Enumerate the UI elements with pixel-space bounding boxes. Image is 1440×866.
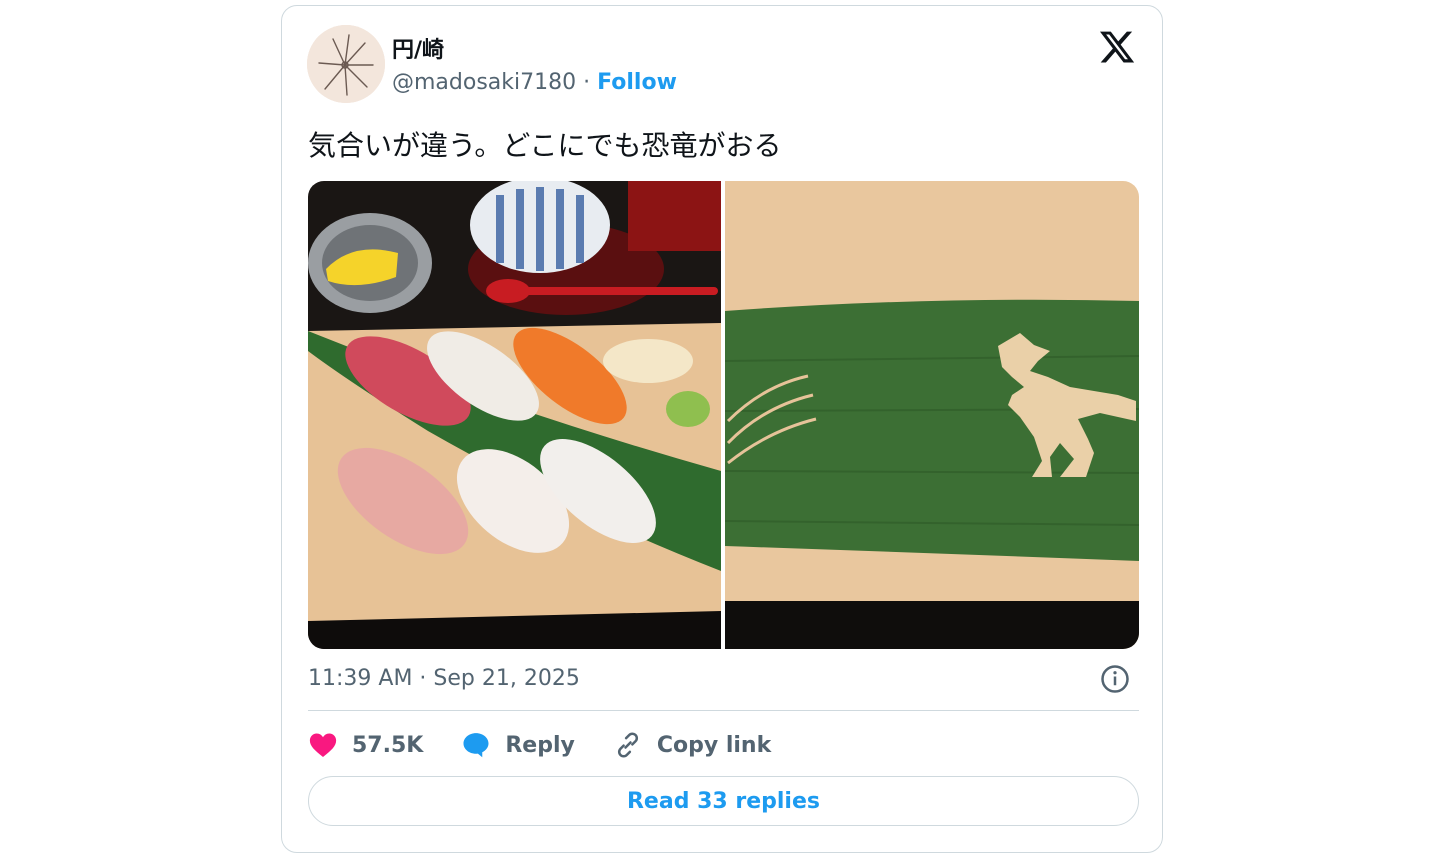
info-icon[interactable]: [1100, 664, 1130, 694]
like-button[interactable]: 57.5K: [308, 730, 423, 760]
separator-dot: ·: [583, 70, 591, 95]
copy-link-label: Copy link: [656, 732, 772, 758]
reply-button[interactable]: Reply: [461, 730, 575, 760]
like-count: 57.5K: [352, 732, 424, 758]
avatar[interactable]: [307, 25, 385, 103]
author-handle[interactable]: @madosaki7180: [392, 70, 576, 95]
follow-button[interactable]: Follow: [597, 70, 677, 95]
tweet-text: 気合いが違う。どこにでも恐竜がおる: [308, 129, 782, 162]
heart-icon: [309, 733, 337, 757]
x-logo-icon[interactable]: [1098, 28, 1136, 66]
read-replies-button[interactable]: Read 33 replies: [308, 776, 1139, 826]
reply-label: Reply: [505, 732, 575, 758]
author-display-name[interactable]: 円/崎: [392, 32, 444, 64]
sushi-platter-photo[interactable]: [308, 181, 721, 649]
avatar-drawing-icon: [307, 25, 385, 103]
author-handle-row: @madosaki7180 · Follow: [392, 70, 677, 95]
action-bar: 57.5K Reply Copy link: [308, 724, 809, 766]
divider: [308, 710, 1139, 711]
copy-link-button[interactable]: Copy link: [613, 730, 771, 760]
media-photos: [308, 181, 1139, 649]
tweet-media[interactable]: [308, 181, 1139, 649]
tweet-card: 円/崎 @madosaki7180 · Follow 気合いが違う。どこにでも恐…: [281, 5, 1163, 853]
speech-bubble-icon: [463, 733, 489, 758]
link-icon: [617, 732, 638, 758]
tweet-timestamp[interactable]: 11:39 AM · Sep 21, 2025: [308, 666, 580, 691]
bamboo-leaf-dinosaur-photo[interactable]: [724, 181, 1139, 649]
